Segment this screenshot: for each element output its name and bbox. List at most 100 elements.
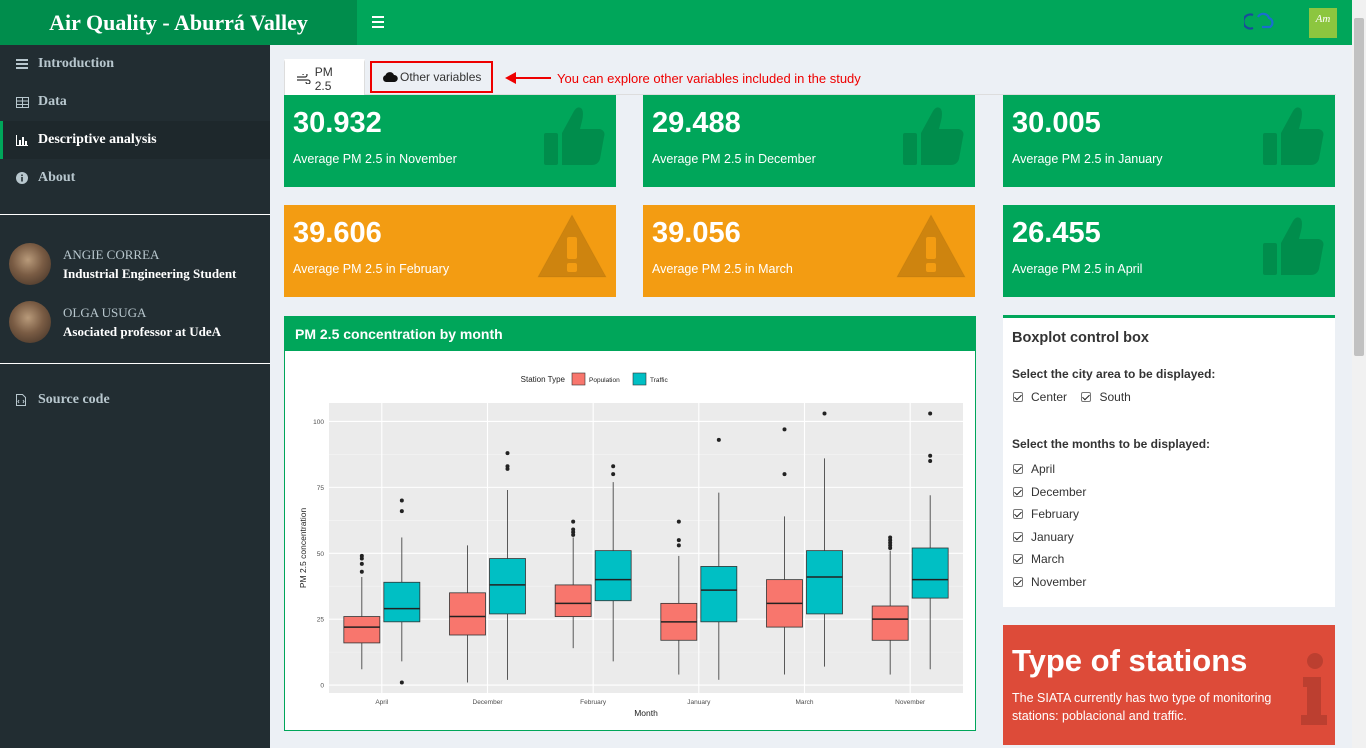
sidebar-item-label: Source code [38, 392, 110, 407]
area-select-label: Select the city area to be displayed: [1012, 367, 1216, 381]
value-box-november: 30.932 Average PM 2.5 in November [284, 95, 616, 187]
table-icon [16, 96, 36, 108]
file-code-icon [16, 394, 36, 406]
box [594, 550, 632, 602]
months-select-label: Select the months to be displayed: [1012, 437, 1211, 451]
outlier-point [505, 451, 510, 456]
sidebar-item-label: About [38, 170, 76, 185]
value-box-january: 30.005 Average PM 2.5 in January [1003, 95, 1335, 187]
checkbox-area-center[interactable]: Center [1013, 390, 1067, 404]
avatar [9, 301, 51, 343]
author-name: OLGA USUGA [63, 304, 147, 320]
value-label: Average PM 2.5 in April [1012, 262, 1143, 276]
thumbs-up-icon [1263, 107, 1324, 165]
sidebar-item-data[interactable]: Data [0, 83, 270, 121]
outlier-point [716, 437, 721, 442]
value-label: Average PM 2.5 in November [293, 152, 457, 166]
y-tick-label: 25 [317, 617, 325, 624]
value-box-april: 26.455 Average PM 2.5 in April [1003, 205, 1335, 297]
value-box-december: 29.488 Average PM 2.5 in December [643, 95, 975, 187]
boxplot-control-box: Boxplot control box Select the city area… [1003, 315, 1335, 607]
outlier-point [928, 453, 933, 458]
checkbox-month-december[interactable]: December [1013, 481, 1086, 504]
info-icon [16, 172, 36, 184]
checkbox-label: January [1031, 529, 1074, 544]
stations-title: Type of stations [1012, 643, 1248, 678]
cloud-icon [383, 71, 398, 82]
bar-chart-icon [16, 134, 36, 146]
checkbox-month-february[interactable]: February [1013, 503, 1086, 526]
checkbox-label: February [1031, 507, 1080, 522]
x-tick-label: March [795, 699, 813, 706]
author-angie: ANGIE CORREA Industrial Engineering Stud… [0, 235, 270, 293]
sidebar-item-label: Descriptive analysis [38, 132, 157, 147]
top-navbar: Air Quality - Aburrá Valley Am [0, 0, 1352, 45]
app-title[interactable]: Air Quality - Aburrá Valley [0, 0, 357, 45]
sidebar-item-descriptive-analysis[interactable]: Descriptive analysis [0, 121, 270, 159]
outlier-point [399, 498, 404, 503]
warning-icon [537, 214, 607, 278]
y-tick-label: 75 [317, 485, 325, 492]
checkbox-label: November [1031, 574, 1087, 589]
x-tick-label: November [895, 699, 926, 706]
boxplot-chart: 0 25 50 75 100 April December February January Ma… [298, 372, 963, 718]
value-number: 29.488 [652, 107, 741, 139]
checkbox-month-january[interactable]: January [1013, 526, 1086, 549]
sidebar: Introduction Data Descriptive analysis A… [0, 45, 270, 748]
chart-box: PM 2.5 concentration by month 0 25 50 75 100… [284, 316, 976, 731]
checkbox-month-november[interactable]: November [1013, 571, 1086, 594]
thumbs-up-icon [1263, 217, 1324, 275]
checkbox-label: Center [1031, 390, 1068, 404]
box [911, 547, 949, 599]
x-axis-label: Month [634, 708, 658, 718]
outlier-point [928, 411, 933, 416]
outlier-point [928, 459, 933, 463]
outlier-point [571, 527, 576, 532]
legend-swatch [632, 372, 647, 386]
outlier-point [399, 509, 404, 514]
value-box-march: 39.056 Average PM 2.5 in March [643, 205, 975, 297]
author-name: ANGIE CORREA [63, 246, 160, 262]
page-scrollbar[interactable] [1352, 0, 1366, 748]
sidebar-item-label: Introduction [38, 56, 114, 71]
tab-pm25[interactable]: PM 2.5 [284, 59, 365, 95]
annotation-text: You can explore other variables included… [557, 71, 861, 86]
checkbox-label: April [1031, 462, 1056, 477]
thumbs-up-icon [544, 107, 605, 165]
annotation-arrow-icon [505, 72, 551, 84]
tab-label: PM 2.5 [314, 64, 333, 93]
checkbox-area-south[interactable]: South [1081, 390, 1131, 404]
box [554, 584, 592, 617]
outlier-point [359, 569, 364, 574]
value-number: 30.005 [1012, 107, 1101, 139]
control-box-title: Boxplot control box [1012, 330, 1149, 346]
sidebar-item-source-code[interactable]: Source code [0, 381, 270, 419]
sidebar-item-about[interactable]: About [0, 159, 270, 197]
sidebar-toggle-button[interactable] [372, 13, 386, 31]
value-label: Average PM 2.5 in January [1012, 152, 1163, 166]
value-label: Average PM 2.5 in March [652, 262, 793, 276]
checkbox-label: March [1031, 552, 1065, 567]
outlier-point [676, 538, 681, 543]
list-icon [16, 59, 36, 69]
value-number: 26.455 [1012, 217, 1101, 249]
outlier-point [611, 464, 616, 469]
legend-label: Traffic [650, 377, 668, 384]
box [383, 581, 421, 623]
outlier-point [782, 472, 787, 477]
tab-label: Other variables [400, 70, 482, 84]
box [871, 605, 909, 641]
sidebar-item-introduction[interactable]: Introduction [0, 45, 270, 83]
value-number: 30.932 [293, 107, 382, 139]
value-label: Average PM 2.5 in February [293, 262, 450, 276]
checkbox-month-march[interactable]: March [1013, 548, 1086, 571]
checkbox-month-april[interactable]: April [1013, 458, 1086, 481]
outlier-point [359, 561, 364, 566]
y-tick-label: 50 [317, 551, 325, 558]
thumbs-up-icon [903, 107, 964, 165]
wind-icon [297, 73, 311, 84]
outlier-point [782, 427, 787, 432]
warning-icon [896, 214, 966, 278]
tab-other-variables[interactable]: Other variables [370, 61, 494, 93]
value-number: 39.056 [652, 217, 741, 249]
